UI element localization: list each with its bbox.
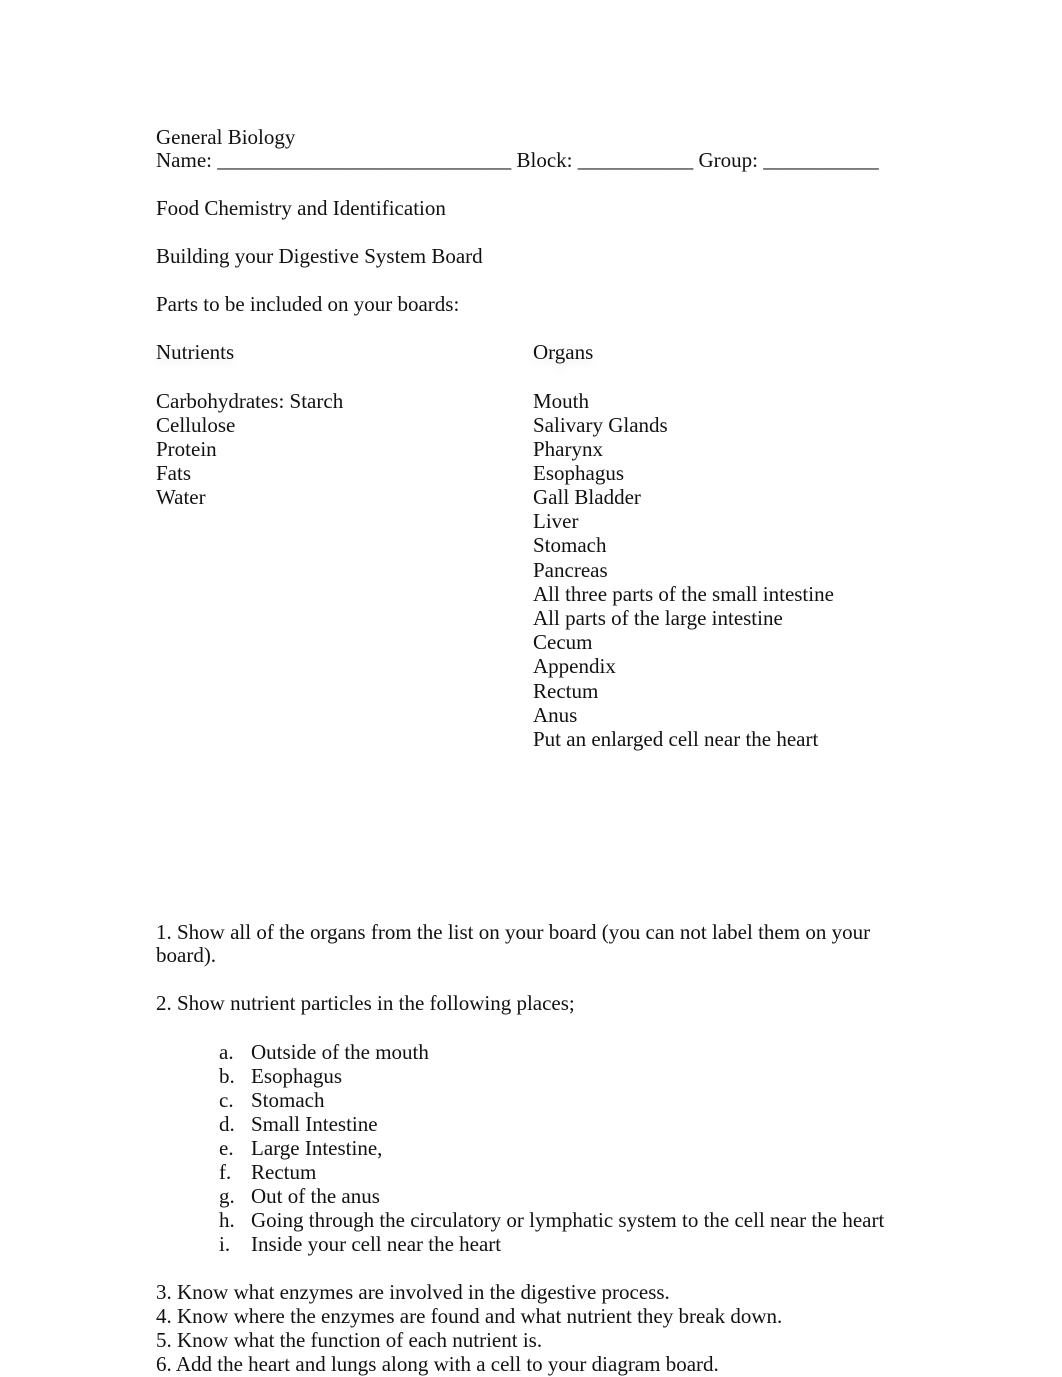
place-text: Small Intestine bbox=[251, 1112, 378, 1136]
list-marker: i. bbox=[219, 1232, 231, 1256]
student-info-line: Name: ____________________________ Block… bbox=[156, 148, 879, 172]
place-item: a. Outside of the mouth bbox=[219, 1040, 884, 1064]
nutrients-heading: Nutrients bbox=[156, 340, 235, 364]
task-item: 5. Know what the function of each nutrie… bbox=[156, 1328, 543, 1352]
task-item: 4. Know where the enzymes are found and … bbox=[156, 1304, 783, 1328]
place-item: i. Inside your cell near the heart bbox=[219, 1232, 884, 1256]
list-marker: b. bbox=[219, 1064, 235, 1088]
document-title: Food Chemistry and Identification bbox=[156, 196, 446, 220]
organs-heading: Organs bbox=[533, 340, 594, 364]
group-field: Group: ___________ bbox=[698, 148, 879, 172]
place-item: f. Rectum bbox=[219, 1160, 884, 1184]
nutrient-item: Water bbox=[156, 485, 206, 509]
task-item: 3. Know what enzymes are involved in the… bbox=[156, 1280, 670, 1304]
place-text: Rectum bbox=[251, 1160, 317, 1184]
nutrient-places-list: a. Outside of the mouth b. Esophagus c. Sto… bbox=[219, 1040, 884, 1256]
organ-item: Pharynx bbox=[533, 437, 603, 461]
organ-item: Salivary Glands bbox=[533, 413, 668, 437]
organ-item: Put an enlarged cell near the heart bbox=[533, 726, 819, 751]
nutrient-item: Fats bbox=[156, 461, 192, 485]
list-marker: f. bbox=[219, 1160, 232, 1184]
organ-item: Liver bbox=[533, 509, 579, 534]
document-subtitle: Building your Digestive System Board bbox=[156, 244, 483, 268]
place-item: g. Out of the anus bbox=[219, 1184, 884, 1208]
organ-item: Mouth bbox=[533, 389, 590, 413]
place-text: Going through the circulatory or lymphat… bbox=[251, 1208, 885, 1232]
organ-item: Pancreas bbox=[533, 557, 608, 582]
nutrient-item: Cellulose bbox=[156, 413, 236, 437]
list-marker: e. bbox=[219, 1136, 234, 1160]
place-item: e. Large Intestine, bbox=[219, 1136, 884, 1160]
list-marker: h. bbox=[219, 1208, 235, 1232]
nutrients-list: Carbohydrates: Starch Cellulose Protein … bbox=[156, 389, 343, 509]
course-title: General Biology bbox=[156, 125, 296, 149]
instruction-2: 2. Show nutrient particles in the follow… bbox=[156, 991, 575, 1015]
organ-item: Appendix bbox=[533, 654, 616, 679]
instruction-1-line-2: board). bbox=[156, 943, 217, 967]
place-text: Stomach bbox=[251, 1088, 325, 1112]
organ-item: Gall Bladder bbox=[533, 485, 641, 509]
organ-item: Stomach bbox=[533, 533, 607, 558]
list-marker: d. bbox=[219, 1112, 235, 1136]
nutrient-item: Carbohydrates: Starch bbox=[156, 389, 344, 413]
task-list: 3. Know what enzymes are involved in the… bbox=[156, 1280, 782, 1376]
place-text: Large Intestine, bbox=[251, 1136, 383, 1160]
name-field: Name: ____________________________ bbox=[156, 148, 512, 172]
intro-text: Parts to be included on your boards: bbox=[156, 292, 460, 316]
organs-list: Mouth Salivary Glands Pharynx Esophagus … bbox=[533, 389, 834, 751]
organ-item: All three parts of the small intestine bbox=[533, 581, 834, 606]
place-item: h. Going through the circulatory or lymph… bbox=[219, 1208, 884, 1232]
place-item: b. Esophagus bbox=[219, 1064, 884, 1088]
organ-item: Cecum bbox=[533, 630, 593, 655]
block-field: Block: ___________ bbox=[516, 148, 694, 172]
list-marker: a. bbox=[219, 1040, 234, 1064]
place-text: Outside of the mouth bbox=[251, 1040, 429, 1064]
instruction-1-line-1: 1. Show all of the organs from the list … bbox=[156, 920, 871, 944]
place-text: Esophagus bbox=[251, 1064, 342, 1088]
list-marker: g. bbox=[219, 1184, 235, 1208]
place-text: Inside your cell near the heart bbox=[251, 1232, 502, 1256]
list-marker: c. bbox=[219, 1088, 234, 1112]
place-item: d. Small Intestine bbox=[219, 1112, 884, 1136]
nutrient-item: Protein bbox=[156, 437, 217, 461]
organ-item: All parts of the large intestine bbox=[533, 605, 783, 630]
organ-item: Anus bbox=[533, 702, 578, 727]
task-item: 6. Add the heart and lungs along with a … bbox=[156, 1352, 719, 1376]
place-item: c. Stomach bbox=[219, 1088, 884, 1112]
organ-item: Esophagus bbox=[533, 461, 624, 485]
place-text: Out of the anus bbox=[251, 1184, 380, 1208]
organ-item: Rectum bbox=[533, 678, 599, 703]
